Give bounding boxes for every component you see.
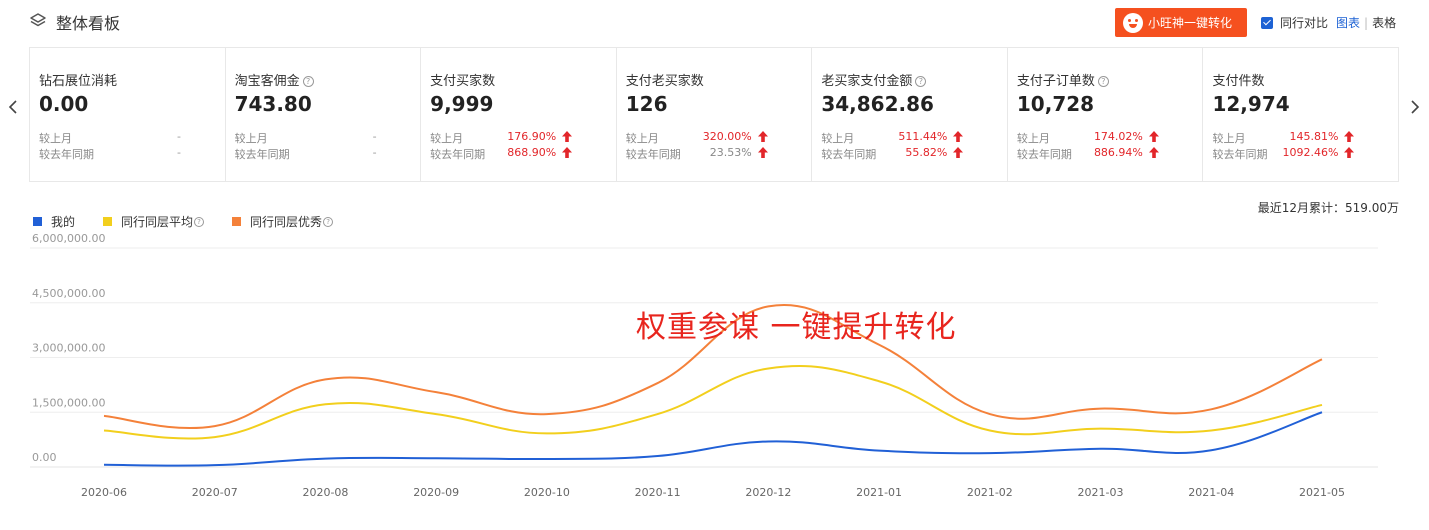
x-tick-label: 2021-04 — [1188, 486, 1234, 499]
x-tick-label: 2021-02 — [967, 486, 1013, 499]
series-line-avg — [103, 364, 1323, 440]
x-tick-label: 2020-06 — [81, 486, 127, 499]
x-tick-label: 2020-08 — [302, 486, 348, 499]
y-tick-label: 3,000,000.00 — [32, 342, 105, 355]
x-tick-label: 2020-12 — [745, 486, 791, 499]
promo-overlay-text: 权重参谋 一键提升转化 — [636, 310, 957, 345]
series-line-mine — [103, 411, 1323, 467]
x-tick-label: 2020-11 — [635, 486, 681, 499]
y-tick-label: 0.00 — [32, 451, 57, 464]
x-tick-label: 2020-09 — [413, 486, 459, 499]
x-tick-label: 2020-07 — [192, 486, 238, 499]
x-tick-label: 2021-05 — [1299, 486, 1345, 499]
y-tick-label: 1,500,000.00 — [32, 396, 105, 409]
y-tick-label: 4,500,000.00 — [32, 287, 105, 300]
y-tick-label: 6,000,000.00 — [32, 232, 105, 245]
x-tick-label: 2021-03 — [1078, 486, 1124, 499]
x-tick-label: 2020-10 — [524, 486, 570, 499]
x-tick-label: 2021-01 — [856, 486, 902, 499]
trend-line-chart: 0.00 1,500,000.00 3,000,000.00 4,500,000.00… — [30, 232, 1378, 499]
